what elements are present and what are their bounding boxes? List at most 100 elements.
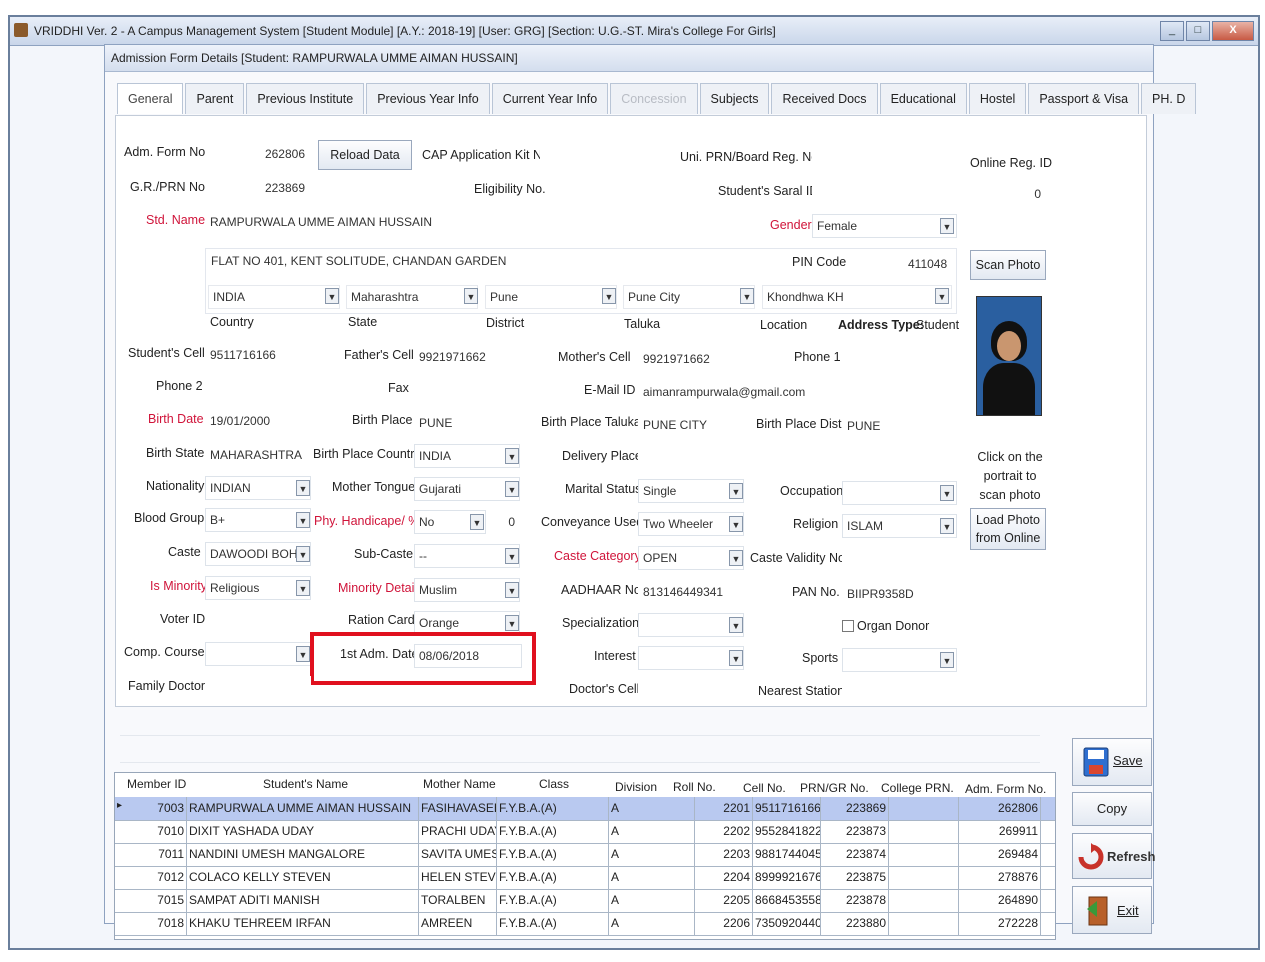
doctor-cell-field[interactable] — [638, 679, 744, 703]
organ-donor-checkbox[interactable] — [842, 620, 854, 632]
marital-dropdown-icon[interactable]: ▼ — [729, 483, 743, 499]
col-cell-no[interactable]: Cell No. — [743, 777, 786, 799]
table-row[interactable]: 7018 KHAKU TEHREEM IRFAN AMREEN F.Y.B.A.(A)… — [115, 912, 1055, 936]
load-photo-button[interactable]: Load Photo from Online — [970, 508, 1046, 550]
col-member-id[interactable]: Member ID — [127, 773, 186, 795]
tab-parent[interactable]: Parent — [185, 83, 245, 114]
col-roll-no[interactable]: Roll No. — [673, 776, 716, 798]
birth-place-field[interactable]: PUNE — [414, 411, 519, 435]
student-photo[interactable] — [976, 296, 1042, 416]
taluka-select[interactable]: Pune City — [623, 285, 755, 309]
phy-handicap-percent[interactable]: 0 — [490, 510, 520, 534]
maximize-button[interactable]: □ — [1186, 21, 1210, 41]
comp-course-dropdown-icon[interactable]: ▼ — [296, 646, 310, 662]
col-division[interactable]: Division — [615, 776, 657, 798]
bp-country-dropdown-icon[interactable]: ▼ — [505, 448, 519, 464]
table-row[interactable]: 7003 RAMPURWALA UMME AIMAN HUSSAIN FASIHAV… — [115, 797, 1055, 821]
sports-dropdown-icon[interactable]: ▼ — [940, 652, 954, 668]
pan-field[interactable]: BIIPR9358D — [842, 582, 957, 606]
student-cell-field[interactable]: 9511716166 — [205, 343, 315, 367]
location-dropdown-icon[interactable]: ▼ — [935, 288, 949, 304]
bp-taluka-field[interactable]: PUNE CITY — [638, 413, 743, 437]
table-row[interactable]: 7012 COLACO KELLY STEVEN HELEN STEVE F.Y.B.… — [115, 866, 1055, 890]
tab-educational[interactable]: Educational — [879, 83, 967, 114]
reload-data-button[interactable]: Reload Data — [318, 140, 412, 170]
address-line[interactable]: FLAT NO 401, KENT SOLITUDE, CHANDAN GARD… — [208, 250, 506, 272]
std-name-field[interactable]: RAMPURWALA UMME AIMAN HUSSAIN — [205, 210, 605, 234]
exit-button[interactable]: Exit — [1072, 886, 1152, 934]
specialization-dropdown-icon[interactable]: ▼ — [729, 617, 743, 633]
table-row[interactable]: 7010 DIXIT YASHADA UDAY PRACHI UDAY F.Y.B.A… — [115, 820, 1055, 844]
close-button[interactable]: X — [1212, 21, 1254, 41]
tab-received-docs[interactable]: Received Docs — [771, 83, 878, 114]
is-minority-dropdown-icon[interactable]: ▼ — [296, 580, 310, 596]
tab-subjects[interactable]: Subjects — [699, 83, 770, 114]
birth-date-field[interactable]: 19/01/2000 — [205, 409, 315, 433]
scan-photo-button[interactable]: Scan Photo — [970, 250, 1046, 280]
interest-dropdown-icon[interactable]: ▼ — [729, 650, 743, 666]
phy-handicap-dropdown-icon[interactable]: ▼ — [470, 514, 484, 530]
aadhaar-field[interactable]: 813146449341 — [638, 580, 744, 604]
tab-hostel[interactable]: Hostel — [968, 83, 1027, 114]
col-student-name[interactable]: Student's Name — [263, 773, 348, 795]
state-select[interactable]: Maharashtra — [346, 285, 478, 309]
cap-kit-field[interactable] — [540, 143, 670, 167]
nearest-station-field[interactable] — [842, 681, 957, 705]
tab-general[interactable]: General — [117, 83, 184, 114]
col-college-prn[interactable]: College PRN. — [881, 777, 954, 799]
tab-previous-institute[interactable]: Previous Institute — [246, 83, 365, 114]
table-row[interactable]: 7015 SAMPAT ADITI MANISH TORALBEN F.Y.B.A.(… — [115, 889, 1055, 913]
subcaste-dropdown-icon[interactable]: ▼ — [505, 548, 519, 564]
minimize-button[interactable]: _ — [1160, 21, 1184, 41]
adm-form-no-field[interactable]: 262806 — [205, 142, 310, 166]
phone2-field[interactable] — [205, 376, 315, 400]
blood-dropdown-icon[interactable]: ▼ — [296, 512, 310, 528]
bp-dist-field[interactable]: PUNE — [842, 414, 957, 438]
minority-detail-dropdown-icon[interactable]: ▼ — [505, 582, 519, 598]
col-class[interactable]: Class — [539, 773, 569, 795]
phone1-field[interactable] — [842, 347, 957, 371]
state-dropdown-icon[interactable]: ▼ — [464, 288, 478, 304]
mother-cell-field[interactable]: 9921971662 — [638, 347, 743, 371]
caste-validity-field[interactable] — [842, 548, 957, 572]
mother-tongue-dropdown-icon[interactable]: ▼ — [505, 481, 519, 497]
refresh-button[interactable]: Refresh — [1072, 833, 1155, 879]
nationality-dropdown-icon[interactable]: ▼ — [296, 480, 310, 496]
table-row[interactable]: 7011NANDINI UMESH MANGALORESAVITA UMESHF… — [115, 843, 1055, 867]
uni-prn-field[interactable] — [812, 145, 957, 169]
family-doctor-field[interactable] — [205, 676, 311, 700]
location-select[interactable]: Khondhwa KH — [762, 285, 952, 309]
conveyance-dropdown-icon[interactable]: ▼ — [729, 516, 743, 532]
pin-field[interactable]: 411048 — [905, 253, 947, 275]
voter-id-field[interactable] — [205, 609, 311, 633]
district-select[interactable]: Pune — [485, 285, 617, 309]
tab-previous-year-info[interactable]: Previous Year Info — [366, 83, 490, 114]
district-dropdown-icon[interactable]: ▼ — [602, 288, 616, 304]
country-dropdown-icon[interactable]: ▼ — [325, 288, 339, 304]
save-button[interactable]: Save — [1072, 738, 1152, 786]
caste-dropdown-icon[interactable]: ▼ — [296, 546, 310, 562]
occupation-dropdown-icon[interactable]: ▼ — [940, 485, 954, 501]
online-reg-field[interactable]: 0 — [968, 182, 1046, 206]
gender-select[interactable]: Female — [812, 214, 957, 238]
country-select[interactable]: INDIA — [208, 285, 340, 309]
eligibility-field[interactable] — [545, 178, 705, 202]
email-field[interactable]: aimanrampurwala@gmail.com — [638, 380, 958, 404]
ration-dropdown-icon[interactable]: ▼ — [505, 615, 519, 631]
taluka-dropdown-icon[interactable]: ▼ — [740, 288, 754, 304]
tab-current-year-info[interactable]: Current Year Info — [491, 83, 609, 114]
caste-category-dropdown-icon[interactable]: ▼ — [729, 550, 743, 566]
religion-dropdown-icon[interactable]: ▼ — [940, 518, 954, 534]
copy-subjects-button[interactable]: Copy Subjects — [1072, 792, 1152, 848]
col-prn-gr[interactable]: PRN/GR No. — [800, 777, 869, 799]
father-cell-field[interactable]: 9921971662 — [414, 345, 519, 369]
delivery-place-field[interactable] — [638, 446, 958, 470]
birth-state-field[interactable]: MAHARASHTRA — [205, 443, 305, 467]
student-grid[interactable]: Member ID Student's Name Mother Name Cla… — [114, 772, 1056, 940]
fax-field[interactable] — [414, 378, 519, 402]
saral-field[interactable] — [812, 179, 957, 203]
col-mother-name[interactable]: Mother Name — [423, 773, 496, 795]
gr-prn-field[interactable]: 223869 — [205, 176, 310, 200]
tab-phd[interactable]: PH. D — [1141, 83, 1197, 114]
gender-dropdown-icon[interactable]: ▼ — [940, 218, 954, 234]
